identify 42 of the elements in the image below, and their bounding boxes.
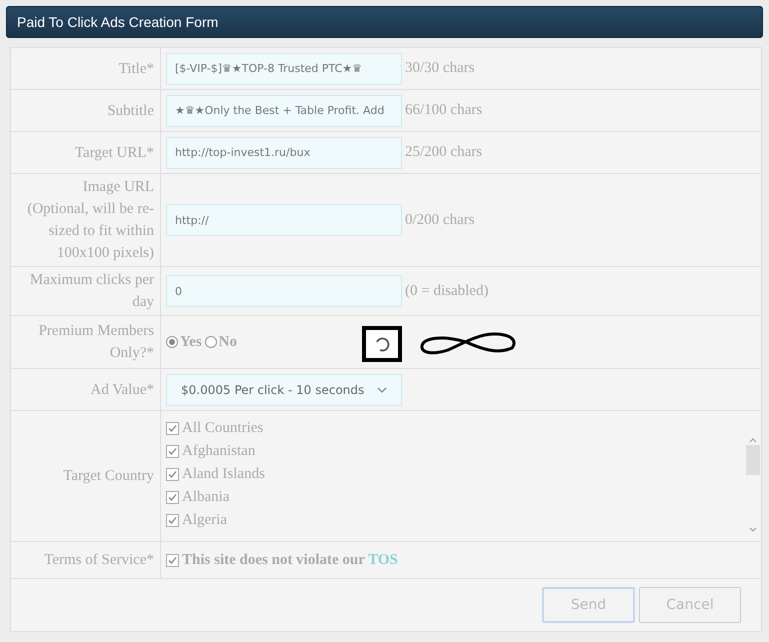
text-field[interactable]: ★♛★Only the Best + Table Profit. Add bbox=[166, 94, 402, 126]
field-label: Premium Members Only?* bbox=[38, 322, 154, 363]
radio-label: No bbox=[218, 332, 238, 352]
country-label: Afghanistan bbox=[182, 442, 256, 462]
field-label: Target Country bbox=[63, 467, 154, 486]
scrollbar[interactable] bbox=[744, 437, 761, 533]
checkbox[interactable] bbox=[166, 422, 179, 435]
checkbox[interactable] bbox=[166, 445, 179, 458]
text-field[interactable]: 0 bbox=[166, 275, 402, 307]
dropdown[interactable]: $0.0005 Per click - 10 seconds bbox=[166, 374, 402, 406]
field-label: Target URL* bbox=[74, 144, 154, 162]
country-label: Aland Islands bbox=[182, 465, 265, 484]
terms-text: This site does not violate our TOS bbox=[182, 550, 398, 570]
field-label: Maximum clicks per day bbox=[28, 271, 154, 312]
field-note: 25/200 chars bbox=[405, 143, 482, 162]
text-field[interactable]: http://top-invest1.ru/bux bbox=[166, 136, 402, 168]
chevron-down-icon bbox=[377, 386, 387, 392]
country-label: All Countries bbox=[182, 419, 264, 438]
field-note: 66/100 chars bbox=[405, 101, 482, 120]
checkbox[interactable] bbox=[166, 514, 179, 527]
radio-button[interactable] bbox=[204, 336, 217, 348]
scroll-up-icon[interactable] bbox=[748, 437, 756, 443]
checkbox[interactable] bbox=[166, 468, 179, 481]
country-label: Albania bbox=[182, 488, 230, 508]
scroll-down-icon[interactable] bbox=[748, 527, 756, 533]
field-note: 0/200 chars bbox=[405, 210, 475, 230]
radio-button[interactable] bbox=[166, 336, 178, 348]
country-label: Algeria bbox=[182, 511, 227, 530]
spinner-icon bbox=[362, 326, 402, 362]
field-label: Ad Value* bbox=[90, 380, 154, 400]
radio-label: Yes bbox=[180, 332, 202, 352]
checkbox[interactable] bbox=[166, 554, 179, 566]
text-field[interactable]: http:// bbox=[166, 204, 402, 236]
field-note: 30/30 chars bbox=[405, 59, 475, 78]
checkbox[interactable] bbox=[166, 491, 179, 504]
field-label: Subtitle bbox=[107, 102, 154, 120]
field-label: Terms of Service* bbox=[44, 551, 154, 570]
text-field[interactable]: [$-VIP-$]♛★TOP-8 Trusted PTC★♛ bbox=[166, 52, 402, 84]
form-title: Paid To Click Ads Creation Form bbox=[17, 12, 218, 32]
field-label: Title* bbox=[118, 60, 154, 78]
field-label: Image URL (Optional, will be re-sized to fit within 100x100 pixels) bbox=[26, 178, 154, 263]
field-note: (0 = disabled) bbox=[405, 282, 488, 301]
